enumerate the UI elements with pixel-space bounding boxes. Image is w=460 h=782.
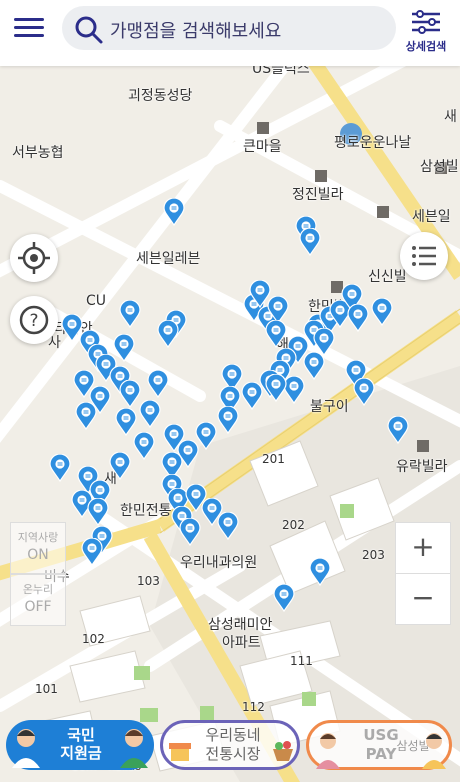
store-pin[interactable] (387, 416, 409, 444)
help-button[interactable]: ? (10, 296, 58, 344)
advanced-search-label: 상세검색 (405, 40, 447, 53)
map-label: 202 (282, 518, 305, 532)
store-pin[interactable] (241, 382, 263, 410)
person-icon (12, 729, 40, 768)
map-label: 111 (290, 654, 313, 668)
zoom-out-button[interactable]: − (395, 573, 451, 625)
map-label: US블럭스 (252, 66, 310, 77)
map-label-bank: 서부농협 (12, 145, 64, 161)
bottom-bar: 국민 지원금 우리동네 전통시장 USG PAY 삼성빌 (0, 716, 460, 782)
store-pin[interactable] (75, 402, 97, 430)
market-label-line2: 전통시장 (205, 745, 261, 763)
store-pin[interactable] (309, 558, 331, 586)
list-icon (412, 246, 436, 266)
store-pin[interactable] (109, 452, 131, 480)
map-label: 새 (444, 109, 457, 125)
zoom-in-icon: + (411, 530, 435, 563)
store-pin[interactable] (217, 406, 239, 434)
national-subsidy-button[interactable]: 국민 지원금 (6, 720, 154, 770)
map-label: 세븐일 (412, 209, 451, 225)
locate-icon (18, 242, 50, 274)
store-pin[interactable] (353, 378, 375, 406)
toggle-label: 온누리 (22, 583, 54, 596)
store-pin[interactable] (313, 328, 335, 356)
zoom-in-button[interactable]: + (395, 522, 451, 574)
store-pin[interactable] (347, 304, 369, 332)
store-pin[interactable] (371, 298, 393, 326)
store-pin[interactable] (179, 518, 201, 546)
toggle-label: 지역사랑 (17, 531, 59, 544)
toggle-state: ON (27, 547, 49, 563)
map-label: 103 (137, 574, 160, 588)
menu-button[interactable] (14, 13, 54, 45)
onnuri-toggle[interactable]: 온누리 OFF (10, 574, 66, 626)
menu-icon (14, 18, 54, 37)
market-icon (169, 743, 191, 761)
national-subsidy-label: 국민 지원금 (60, 726, 102, 762)
store-pin[interactable] (217, 512, 239, 540)
map-label: 203 (362, 548, 385, 562)
zoom-out-icon: − (411, 581, 435, 614)
locate-button[interactable] (10, 234, 58, 282)
map-canvas[interactable]: US블럭스 새 괴정동성당 서부농협 큰마을 평로운운나날 삼성빌 정진빌라 세… (0, 66, 460, 782)
market-label-line1: 우리동네 (205, 726, 261, 744)
map-label: 큰마을 (243, 139, 282, 155)
top-bar: 가맹점을 검색해보세요 상세검색 (0, 0, 460, 66)
map-label: 삼성래미안 (208, 617, 273, 633)
list-view-button[interactable] (400, 232, 448, 280)
map-label: 아파트 (222, 635, 261, 651)
store-pin[interactable] (265, 320, 287, 348)
store-pin[interactable] (163, 198, 185, 226)
map-label: 112 (242, 700, 265, 714)
search-input[interactable]: 가맹점을 검색해보세요 (62, 6, 396, 50)
person-icon (120, 729, 148, 768)
map-label: 불구이 (310, 399, 349, 415)
store-pin[interactable] (273, 584, 295, 612)
map-label-clinic: 우리내과의원 (180, 555, 258, 571)
person-icon (422, 733, 446, 769)
store-pin[interactable] (157, 320, 179, 348)
map-label: 201 (262, 452, 285, 466)
local-love-toggle[interactable]: 지역사랑 ON (10, 522, 66, 574)
store-pin[interactable] (265, 374, 287, 402)
basket-icon (273, 741, 293, 761)
person-icon (316, 733, 340, 769)
store-pin[interactable] (133, 432, 155, 460)
advanced-search-button[interactable]: 상세검색 (400, 6, 452, 54)
map-label-church: 괴정동성당 (128, 88, 193, 104)
map-label: 삼성빌 (420, 159, 459, 175)
store-pin[interactable] (87, 498, 109, 526)
help-icon: ? (19, 305, 49, 335)
store-pin[interactable] (147, 370, 169, 398)
store-pin[interactable] (249, 280, 271, 308)
svg-text:?: ? (29, 311, 38, 331)
store-pin[interactable] (81, 538, 103, 566)
usg-pay-button[interactable]: USG PAY 삼성빌 (306, 720, 452, 770)
store-pin[interactable] (49, 454, 71, 482)
filter-icon (412, 10, 440, 34)
map-label: 102 (82, 632, 105, 646)
store-pin[interactable] (119, 300, 141, 328)
map-label: CU (86, 293, 107, 309)
map-label: 한민전통 (120, 503, 172, 519)
map-label: 유락빌라 (396, 459, 448, 475)
store-pin[interactable] (299, 228, 321, 256)
map-label: 정진빌라 (292, 187, 344, 203)
map-label: 평로운운나날 (334, 135, 412, 151)
map-label: 세븐일레븐 (136, 251, 201, 267)
toggle-state: OFF (24, 599, 52, 615)
map-label: 101 (35, 682, 58, 696)
store-pin[interactable] (139, 400, 161, 428)
traditional-market-button[interactable]: 우리동네 전통시장 (160, 720, 300, 770)
search-placeholder: 가맹점을 검색해보세요 (110, 21, 282, 42)
store-pin[interactable] (119, 380, 141, 408)
store-pin[interactable] (303, 352, 325, 380)
search-icon (75, 16, 103, 44)
